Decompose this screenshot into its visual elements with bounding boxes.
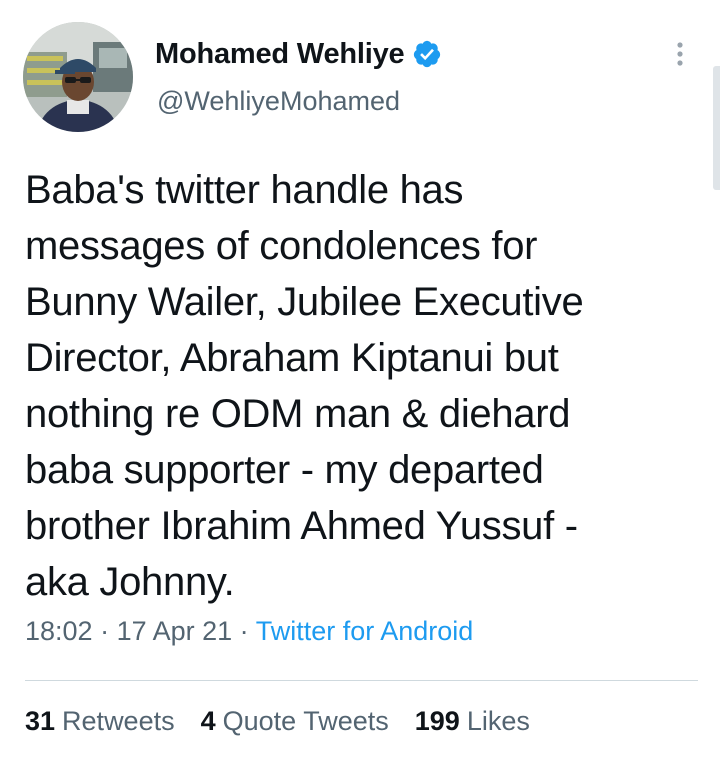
quote-tweets-stat[interactable]: 4 Quote Tweets (201, 706, 389, 737)
author-name-row: Mohamed Wehliye (155, 36, 442, 72)
divider (25, 680, 698, 681)
author-display-name[interactable]: Mohamed Wehliye (155, 38, 405, 71)
tweet-text: Baba's twitter handle has messages of co… (25, 168, 584, 604)
retweets-count: 31 (25, 706, 56, 736)
likes-label: Likes (466, 706, 530, 736)
verified-badge-icon (412, 39, 442, 69)
tweet-time[interactable]: 18:02 (25, 616, 93, 646)
profile-avatar[interactable] (23, 22, 133, 132)
author-handle[interactable]: @WehliyeMohamed (157, 86, 400, 117)
meta-separator: · (232, 616, 256, 646)
meta-separator: · (92, 616, 117, 646)
scrollbar[interactable] (713, 66, 720, 190)
tweet-date[interactable]: 17 Apr 21 (117, 616, 233, 646)
retweets-label: Retweets (62, 706, 175, 736)
likes-stat[interactable]: 199 Likes (415, 706, 530, 737)
quote-tweets-count: 4 (200, 706, 216, 736)
likes-count: 199 (414, 706, 460, 736)
avatar-image (23, 22, 133, 132)
tweet-source-link[interactable]: Twitter for Android (256, 616, 474, 646)
tweet-stats: 31 Retweets 4 Quote Tweets 199 Likes (25, 706, 530, 737)
quote-tweets-label: Quote Tweets (222, 706, 389, 736)
more-vertical-icon[interactable] (667, 38, 693, 70)
tweet-meta: 18:02 · 17 Apr 21 · Twitter for Android (25, 616, 473, 647)
retweets-stat[interactable]: 31 Retweets (25, 706, 175, 737)
